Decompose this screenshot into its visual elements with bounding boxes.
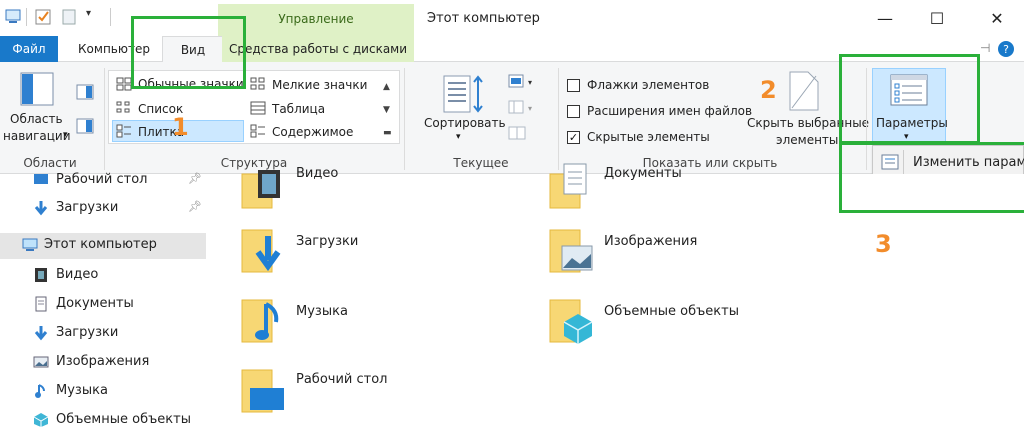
file-extensions-label[interactable]: Расширения имен файлов: [587, 104, 752, 118]
group-by-icon[interactable]: ▾: [508, 74, 536, 90]
folder-3d-objects[interactable]: Объемные объекты: [548, 292, 739, 349]
video-folder-icon: [241, 170, 280, 209]
qat-dropdown-icon[interactable]: ▾: [86, 8, 91, 19]
download-icon: [34, 201, 48, 216]
hidden-items-label[interactable]: Скрытые элементы: [587, 130, 710, 144]
small-icons-icon: [250, 77, 265, 90]
tiles-view-icon: [116, 124, 131, 138]
nav-item-quick-desktop[interactable]: Рабочий стол 📌︎: [0, 168, 206, 192]
highlight-box-options: [839, 54, 980, 144]
nav-item-this-pc[interactable]: Этот компьютер: [0, 233, 206, 259]
folder-images[interactable]: Изображения: [548, 222, 697, 279]
hidden-items-checkbox[interactable]: ✓: [567, 131, 580, 144]
computer-icon: [5, 9, 21, 23]
folder-video[interactable]: Видео: [240, 160, 338, 213]
sort-by-button[interactable]: Сортировать: [424, 116, 506, 130]
large-icons-icon: [116, 77, 132, 91]
folder-documents[interactable]: Документы: [548, 160, 682, 213]
svg-text:?: ?: [1003, 43, 1009, 56]
nav-item-quick-downloads[interactable]: Загрузки 📌︎: [0, 196, 206, 220]
nav-pane-label-1[interactable]: Область: [10, 112, 63, 126]
new-folder-icon[interactable]: [60, 8, 78, 26]
context-group-label: Управление: [278, 12, 354, 26]
content-view-icon: [250, 124, 265, 138]
explorer-window: ▾ Управление Этот компьютер — ☐ ✕ Файл К…: [0, 0, 1024, 429]
file-extensions-checkbox[interactable]: [567, 105, 580, 118]
images-folder-icon: [549, 229, 593, 273]
video-icon: [35, 268, 47, 282]
gallery-scroll-icons[interactable]: ▲ ▼ ▬: [383, 76, 392, 145]
context-tab-group: Управление: [218, 4, 414, 36]
highlight-box-view-tab: [131, 16, 246, 89]
annotation-number-2: 2: [760, 76, 777, 104]
help-icon[interactable]: ?: [997, 40, 1015, 58]
hide-selected-icon[interactable]: [786, 70, 822, 112]
nav-item-documents[interactable]: Документы: [0, 292, 206, 316]
properties-checkmark-icon[interactable]: [34, 8, 52, 26]
computer-icon: [22, 238, 38, 251]
download-icon: [34, 326, 48, 341]
hide-selected-label-2[interactable]: элементы: [776, 133, 838, 147]
cube-icon: [33, 413, 49, 427]
nav-item-video[interactable]: Видео: [0, 263, 206, 287]
downloads-folder-icon: [241, 229, 281, 273]
list-view-icon: [116, 101, 130, 113]
svg-text:▾: ▾: [528, 104, 532, 113]
preview-pane-icon[interactable]: [76, 84, 94, 100]
minimize-button[interactable]: —: [862, 4, 908, 32]
tab-file[interactable]: Файл: [0, 36, 58, 62]
item-checkboxes-label[interactable]: Флажки элементов: [587, 78, 709, 92]
layout-small-icons[interactable]: Мелкие значки: [272, 78, 367, 92]
3d-objects-folder-icon: [549, 299, 593, 344]
add-columns-icon[interactable]: ▾: [508, 100, 536, 116]
documents-folder-icon: [549, 163, 587, 209]
sort-dropdown-icon[interactable]: ▾: [456, 132, 461, 142]
highlight-box-change-options: [839, 142, 1024, 213]
annotation-number-3: 3: [875, 230, 892, 258]
pin-icon[interactable]: 📌︎: [188, 200, 202, 213]
image-icon: [33, 356, 49, 368]
navigation-pane-icon[interactable]: [20, 72, 54, 106]
music-icon: [35, 384, 45, 398]
folder-music[interactable]: Музыка: [240, 292, 348, 349]
sort-by-icon[interactable]: [442, 74, 484, 116]
details-view-icon: [250, 101, 266, 115]
nav-pane-dropdown-icon[interactable]: ▾: [63, 130, 68, 140]
nav-item-3d-objects[interactable]: Объемные объекты: [0, 408, 206, 429]
nav-item-music[interactable]: Музыка: [0, 379, 206, 403]
document-icon: [35, 296, 47, 312]
layout-content[interactable]: Содержимое: [272, 125, 353, 139]
maximize-button[interactable]: ☐: [914, 4, 960, 32]
details-pane-icon[interactable]: [76, 118, 94, 134]
pin-icon[interactable]: 📌︎: [188, 172, 202, 185]
folder-downloads[interactable]: Загрузки: [240, 222, 358, 279]
music-folder-icon: [241, 299, 279, 343]
pin-ribbon-icon[interactable]: ⊣: [980, 41, 990, 55]
desktop-folder-icon: [241, 369, 284, 413]
window-title: Этот компьютер: [427, 11, 540, 26]
nav-pane-label-2[interactable]: навигации: [3, 129, 71, 143]
nav-item-images[interactable]: Изображения: [0, 350, 206, 374]
folder-desktop[interactable]: Рабочий стол: [240, 362, 387, 419]
desktop-icon: [34, 174, 48, 184]
size-columns-icon[interactable]: [508, 126, 526, 142]
layout-details[interactable]: Таблица: [272, 102, 325, 116]
svg-text:▾: ▾: [528, 78, 532, 87]
item-checkboxes-checkbox[interactable]: [567, 79, 580, 92]
tab-disk-tools[interactable]: Средства работы с дисками: [222, 36, 414, 62]
navigation-pane: Рабочий стол 📌︎ Загрузки 📌︎ Этот компьют…: [0, 172, 206, 429]
nav-item-downloads[interactable]: Загрузки: [0, 321, 206, 345]
annotation-number-1: 1: [172, 113, 189, 141]
close-button[interactable]: ✕: [974, 4, 1020, 32]
